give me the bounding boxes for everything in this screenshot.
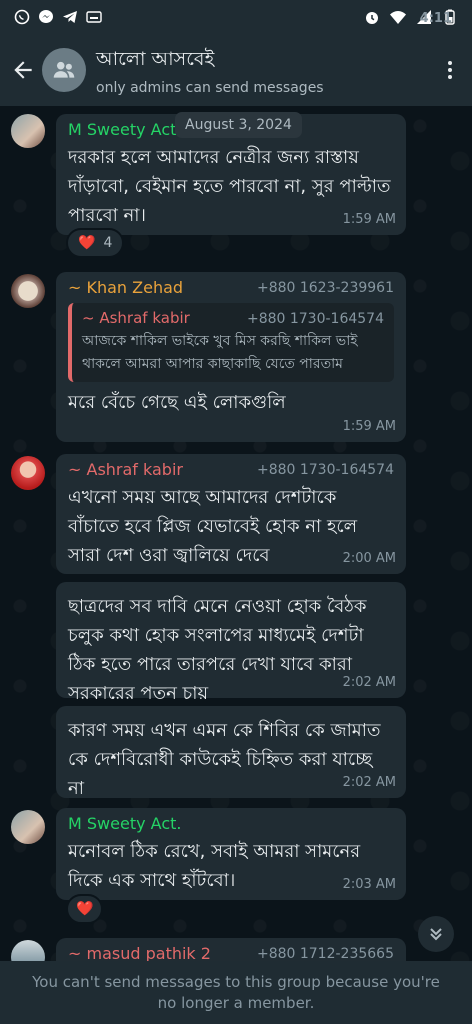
chat-header: আলো আসবেই only admins can send messages <box>0 34 472 106</box>
not-member-notice: You can't send messages to this group be… <box>0 961 472 1024</box>
reaction-badge[interactable]: ❤️ <box>66 894 104 924</box>
group-title: আলো আসবেই <box>96 47 215 70</box>
message-time: 1:59 AM <box>342 419 396 434</box>
telegram-icon <box>63 11 77 23</box>
messenger-icon <box>39 10 53 23</box>
message-bubble[interactable]: ~ masud pathik 2 +880 1712-235665 <box>56 938 406 961</box>
avatar[interactable] <box>11 940 45 961</box>
status-time: 4:11 <box>419 11 452 26</box>
date-chip: August 3, 2024 <box>175 112 302 138</box>
quoted-message[interactable]: ~ Ashraf kabir +880 1730-164574 আজকে শাক… <box>68 303 394 382</box>
group-avatar[interactable] <box>42 48 86 92</box>
avatar[interactable] <box>11 456 45 490</box>
sender-phone: +880 1623-239961 <box>256 280 394 296</box>
heart-icon: ❤️ <box>78 235 96 251</box>
status-bar: 4:11 <box>0 0 472 34</box>
group-subtitle: only admins can send messages <box>96 79 324 96</box>
chat-area[interactable]: M Sweety Act দরকার হলে আমাদের নেত্রীর জন… <box>0 106 472 961</box>
avatar[interactable] <box>11 810 45 844</box>
wifi-icon <box>390 11 406 24</box>
message-text: ছাত্রদের সব দাবি মেনে নেওয়া হোক বৈঠক চল… <box>68 596 367 704</box>
quoted-text: আজকে শাকিল ভাইকে খুব মিস করছি শাকিল ভাই … <box>82 333 358 372</box>
heart-icon: ❤️ <box>76 901 94 917</box>
message-bubble[interactable]: কারণ সময় এখন এমন কে শিবির কে জামাত কে দ… <box>56 706 406 799</box>
message-bubble[interactable]: M Sweety Act. মনোবল ঠিক রেখে, সবাই আমরা … <box>56 808 406 900</box>
group-icon <box>53 61 75 78</box>
screen-record-icon <box>86 11 102 23</box>
sender-phone: +880 1730-164574 <box>256 462 394 478</box>
message-bubble[interactable]: ~ Khan Zehad +880 1623-239961 ~ Ashraf k… <box>56 272 406 442</box>
reaction-count: 4 <box>103 235 113 251</box>
avatar[interactable] <box>11 274 45 308</box>
message-time: 2:00 AM <box>342 551 396 566</box>
sender-name[interactable]: M Sweety Act. <box>68 814 394 833</box>
alarm-icon <box>366 12 378 24</box>
message-text: মরে বেঁচে গেছে এই লোকগুলি <box>68 392 286 413</box>
double-chevron-down-icon <box>430 928 442 941</box>
message-time: 2:02 AM <box>342 675 396 690</box>
quoted-phone: +880 1730-164574 <box>246 311 384 327</box>
header-text[interactable]: আলো আসবেই only admins can send messages <box>96 45 438 96</box>
more-options-icon[interactable] <box>438 58 462 82</box>
avatar[interactable] <box>11 114 45 148</box>
whatsapp-icon <box>14 9 30 25</box>
message-bubble[interactable]: ~ Ashraf kabir +880 1730-164574 এখনো সময… <box>56 454 406 574</box>
reaction-badge[interactable]: ❤️ 4 <box>66 228 125 258</box>
message-time: 2:03 AM <box>342 877 396 892</box>
message-bubble[interactable]: ছাত্রদের সব দাবি মেনে নেওয়া হোক বৈঠক চল… <box>56 582 406 704</box>
back-arrow-icon[interactable] <box>10 57 36 83</box>
message-time: 2:02 AM <box>342 775 396 790</box>
message-time: 1:59 AM <box>342 212 396 227</box>
sender-phone: +880 1712-235665 <box>256 946 394 961</box>
scroll-down-button[interactable] <box>418 916 454 952</box>
